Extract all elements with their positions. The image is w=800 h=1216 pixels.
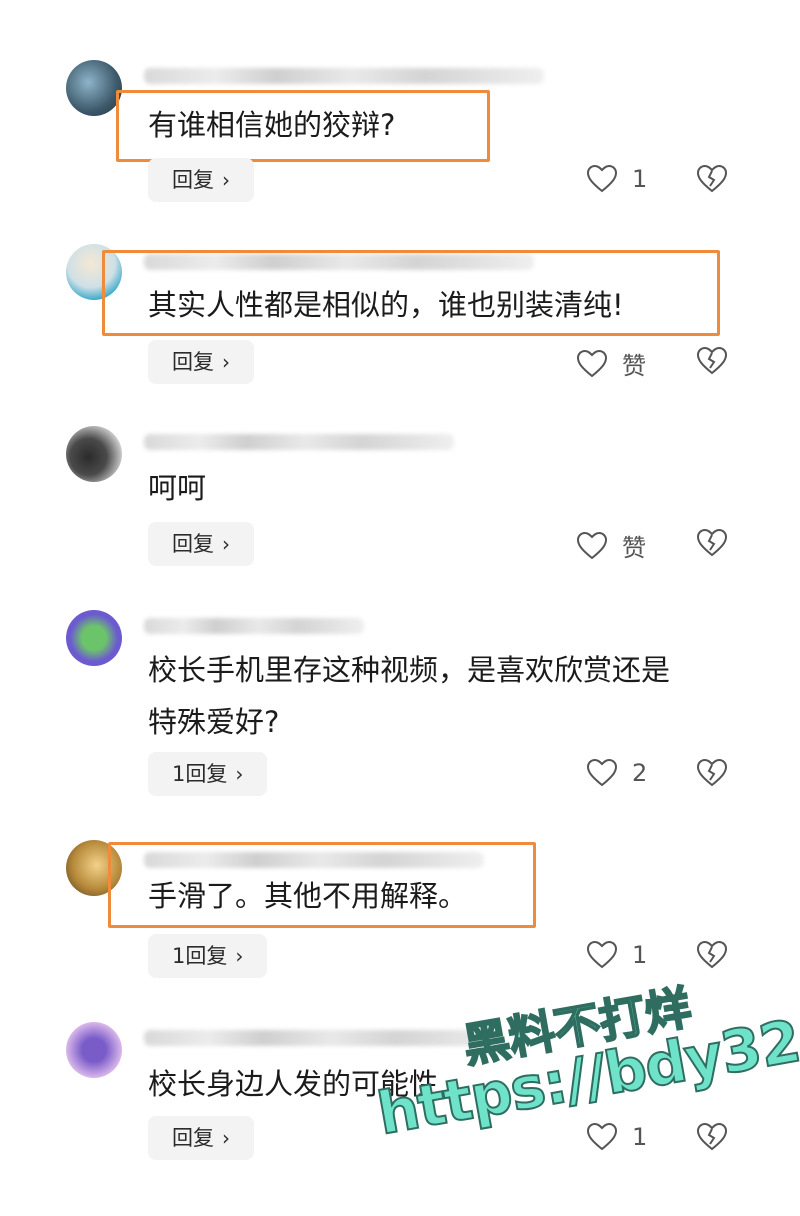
like-count: 赞 [622, 352, 646, 380]
reply-button[interactable]: 1回复 › [148, 934, 268, 978]
heart-outline-icon [586, 164, 618, 193]
chevron-right-icon: › [222, 532, 230, 556]
broken-heart-icon [696, 1122, 728, 1151]
username-blurred [144, 618, 364, 634]
dislike-button[interactable] [696, 528, 728, 560]
like-count: 2 [632, 759, 648, 787]
comment-text: 校长身边人发的可能性 [148, 1067, 439, 1101]
username-blurred [144, 434, 454, 450]
reply-label: 回复 [172, 350, 214, 374]
reply-button[interactable]: 回复 › [148, 1116, 254, 1160]
dislike-button[interactable] [696, 940, 728, 972]
heart-outline-icon [576, 531, 608, 559]
reply-label: 回复 [172, 168, 214, 192]
username-blurred [144, 1030, 504, 1046]
watermark-title: 黑料不打烊 [458, 979, 696, 1074]
like-count: 1 [632, 165, 648, 193]
like-count: 赞 [622, 534, 646, 562]
broken-heart-icon [696, 528, 728, 557]
chevron-right-icon: › [235, 944, 244, 968]
avatar[interactable] [66, 60, 122, 116]
reply-button[interactable]: 回复 › [148, 522, 254, 566]
avatar[interactable] [66, 1022, 122, 1078]
avatar[interactable] [66, 426, 122, 482]
reply-label: 回复 [172, 532, 214, 556]
like-count: 1 [632, 941, 648, 969]
dislike-button[interactable] [696, 346, 728, 378]
reply-label: 1回复 [172, 944, 228, 968]
broken-heart-icon [696, 940, 728, 969]
chevron-right-icon: › [222, 350, 230, 374]
comment-text: 呵呵 [148, 471, 207, 505]
chevron-right-icon: › [222, 168, 230, 192]
comment-text: 有谁相信她的狡辩? [148, 108, 396, 142]
like-button[interactable]: 1 [586, 940, 647, 970]
chevron-right-icon: › [235, 762, 244, 786]
reply-button[interactable]: 1回复 › [148, 752, 268, 796]
reply-button[interactable]: 回复 › [148, 340, 254, 384]
username-blurred [144, 68, 544, 84]
heart-outline-icon [586, 1122, 618, 1151]
dislike-button[interactable] [696, 758, 728, 790]
like-button[interactable]: 2 [586, 758, 647, 788]
like-button[interactable]: 赞 [576, 528, 646, 563]
comment-text-line2: 特殊爱好? [148, 705, 280, 739]
dislike-button[interactable] [696, 1122, 728, 1154]
heart-outline-icon [586, 758, 618, 787]
comment-text-line1: 校长手机里存这种视频，是喜欢欣赏还是 [148, 653, 671, 687]
like-button[interactable]: 赞 [576, 346, 646, 381]
reply-label: 1回复 [172, 762, 228, 786]
reply-button[interactable]: 回复 › [148, 158, 254, 202]
heart-outline-icon [586, 940, 618, 969]
comment-text: 手滑了。其他不用解释。 [148, 879, 468, 913]
like-count: 1 [632, 1123, 648, 1151]
comment-text: 其实人性都是相似的，谁也别装清纯! [148, 288, 624, 322]
like-button[interactable]: 1 [586, 164, 647, 194]
broken-heart-icon [696, 164, 728, 193]
chevron-right-icon: › [222, 1126, 230, 1150]
heart-outline-icon [576, 349, 608, 377]
dislike-button[interactable] [696, 164, 728, 196]
like-button[interactable]: 1 [586, 1122, 647, 1152]
broken-heart-icon [696, 346, 728, 375]
broken-heart-icon [696, 758, 728, 787]
avatar[interactable] [66, 610, 122, 666]
reply-label: 回复 [172, 1126, 214, 1150]
